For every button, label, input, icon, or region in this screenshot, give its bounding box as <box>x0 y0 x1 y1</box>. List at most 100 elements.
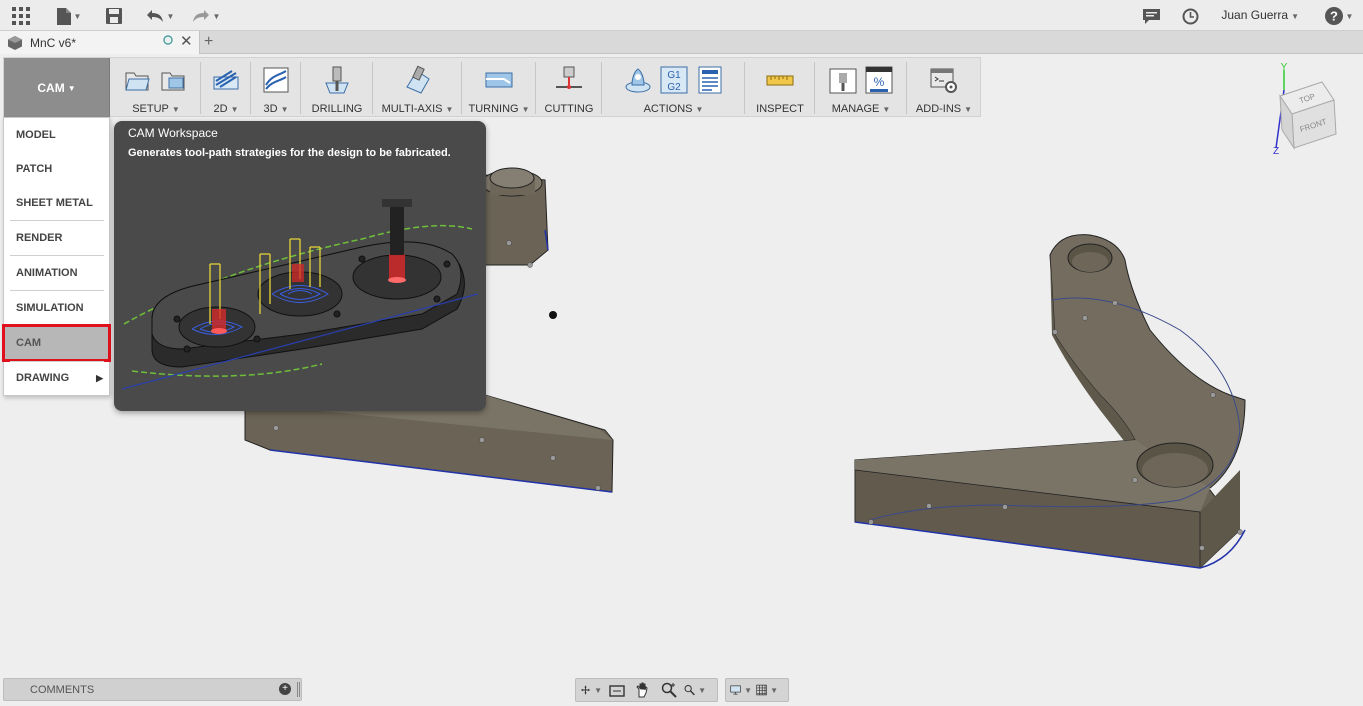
ribbon-group-add-ins[interactable]: ADD-INS ▼ <box>907 58 981 118</box>
workspace-item-render[interactable]: RENDER <box>4 221 109 255</box>
ribbon-group-3d[interactable]: 3D ▼ <box>251 58 301 118</box>
drill-icon <box>325 66 349 94</box>
drilling-label: DRILLING <box>311 103 363 115</box>
document-tab[interactable]: MnC v6* ✕ <box>0 31 200 54</box>
actions-label: ACTIONS <box>643 103 693 115</box>
comments-panel[interactable]: COMMENTS + <box>3 678 302 701</box>
add-ins-label: ADD-INS <box>915 103 962 115</box>
template-library-icon: % <box>865 66 893 94</box>
close-tab-icon[interactable]: ✕ <box>180 32 193 50</box>
post-g2-text: G2 <box>667 82 681 93</box>
workspace-item-label: PATCH <box>16 163 53 175</box>
user-account-menu[interactable]: Juan Guerra ▼ <box>1221 8 1299 22</box>
user-menu-caret-icon: ▼ <box>1291 12 1299 21</box>
grid-snaps-icon[interactable]: ▼ <box>756 680 778 700</box>
workspace-item-simulation[interactable]: SIMULATION <box>4 291 109 325</box>
tooltip-description: Generates tool-path strategies for the d… <box>128 147 451 159</box>
workspace-item-model[interactable]: MODEL <box>4 118 109 152</box>
3d-toolpath-icon <box>263 67 289 93</box>
3d-label: 3D <box>263 103 278 115</box>
multi-axis-label: MULTI-AXIS <box>381 103 443 115</box>
view-cube-y-axis: Y <box>1281 62 1288 73</box>
ribbon-group-2d[interactable]: 2D ▼ <box>201 58 251 118</box>
help-glyph: ? <box>1330 9 1338 24</box>
view-cube[interactable]: Y Z TOP FRONT <box>1272 62 1352 157</box>
zoom-icon[interactable] <box>658 680 680 700</box>
ribbon-group-cutting[interactable]: CUTTING <box>536 58 602 118</box>
workspace-switcher-label: CAM <box>37 81 65 95</box>
workspace-item-cam[interactable]: CAM <box>2 324 111 362</box>
workspace-caret-icon: ▼ <box>67 83 76 93</box>
setup-label: SETUP <box>132 103 169 115</box>
turning-label: TURNING <box>468 103 519 115</box>
setup-icon <box>125 72 150 91</box>
setup-sheet-icon <box>161 72 185 91</box>
multi-axis-icon <box>405 65 430 94</box>
workspace-item-patch[interactable]: PATCH <box>4 152 109 186</box>
view-cube-z-axis: Z <box>1273 146 1279 157</box>
new-tab-button[interactable]: + <box>204 33 213 51</box>
2d-label: 2D <box>213 103 228 115</box>
comments-label: COMMENTS <box>30 683 95 696</box>
comments-bubble-icon[interactable] <box>1141 5 1161 27</box>
turning-icon <box>485 72 513 88</box>
ribbon-group-actions[interactable]: G1 G2 ACTIONS ▼ <box>602 58 745 118</box>
cutting-label: CUTTING <box>544 103 594 115</box>
look-at-icon[interactable] <box>606 680 628 700</box>
simulate-icon <box>625 68 650 93</box>
component-cube-icon <box>8 35 22 50</box>
save-icon[interactable] <box>104 5 124 27</box>
ribbon-group-turning[interactable]: TURNING ▼ <box>462 58 536 118</box>
display-settings-bar: ▼ ▼ <box>725 678 789 702</box>
ribbon-toolbar: CAM ▼ SETUP ▼ 2D ▼ 3D ▼ DRILLING MULTI-A… <box>3 57 981 118</box>
post-process-icon: G1G2 <box>660 66 687 94</box>
user-name-label: Juan Guerra <box>1221 8 1289 22</box>
ribbon-group-multi-axis[interactable]: MULTI-AXIS ▼ <box>373 58 462 118</box>
help-icon[interactable]: ? ▼ <box>1322 5 1356 27</box>
workspace-item-drawing[interactable]: DRAWING ▶ <box>4 361 109 395</box>
tool-library-icon <box>829 68 857 94</box>
ribbon-group-inspect[interactable]: INSPECT <box>745 58 815 118</box>
tooltip-title: CAM Workspace <box>128 126 218 140</box>
pivot-point-marker <box>549 311 557 319</box>
workspace-switcher-button[interactable]: CAM ▼ <box>4 58 110 118</box>
workspace-item-label: SIMULATION <box>16 302 84 314</box>
data-panel-grid-icon[interactable] <box>10 5 32 27</box>
display-settings-icon[interactable]: ▼ <box>730 680 752 700</box>
document-tab-name: MnC v6* <box>30 35 77 50</box>
cutting-icon <box>556 66 582 89</box>
workspace-item-sheet-metal[interactable]: SHEET METAL <box>4 186 109 220</box>
ribbon-group-setup[interactable]: SETUP ▼ <box>111 58 201 118</box>
cam-toolpath-preview-image <box>122 199 478 390</box>
redo-icon[interactable]: ▼ <box>190 5 222 27</box>
post-g1-text: G1 <box>667 70 681 81</box>
scripts-addins-icon <box>930 68 957 93</box>
pan-hand-icon[interactable] <box>632 680 654 700</box>
workspace-item-label: SHEET METAL <box>16 197 93 209</box>
ribbon-group-manage[interactable]: % MANAGE ▼ <box>815 58 907 118</box>
document-status-circle-icon <box>163 34 173 48</box>
workspace-item-animation[interactable]: ANIMATION <box>4 256 109 290</box>
add-comment-icon[interactable]: + <box>279 683 291 695</box>
measure-icon <box>766 75 794 86</box>
workspace-menu: MODEL PATCH SHEET METAL RENDER ANIMATION… <box>2 117 111 396</box>
application-bar: ▼ ▼ ▼ Juan Guerra ▼ ? ▼ <box>0 0 1363 31</box>
ribbon-group-drilling[interactable]: DRILLING <box>301 58 373 118</box>
fit-zoom-icon[interactable]: ▼ <box>684 680 706 700</box>
workspace-item-label: DRAWING <box>16 372 70 384</box>
manage-label: MANAGE <box>831 103 880 115</box>
job-status-clock-icon[interactable] <box>1180 5 1200 27</box>
right-part-model <box>854 234 1246 569</box>
submenu-arrow-icon: ▶ <box>96 372 103 383</box>
navigation-bar: ▼ ▼ <box>575 678 718 702</box>
workspace-item-label: RENDER <box>16 232 63 244</box>
inspect-label: INSPECT <box>756 103 804 115</box>
2d-toolpath-icon <box>213 70 239 90</box>
panel-grip-icon[interactable] <box>297 682 300 697</box>
undo-icon[interactable]: ▼ <box>144 5 176 27</box>
svg-text:%: % <box>874 75 885 89</box>
file-menu-icon[interactable]: ▼ <box>54 5 84 27</box>
workspace-item-label: ANIMATION <box>16 267 78 279</box>
orbit-icon[interactable]: ▼ <box>580 680 602 700</box>
document-tab-strip: MnC v6* ✕ + <box>0 31 1363 54</box>
